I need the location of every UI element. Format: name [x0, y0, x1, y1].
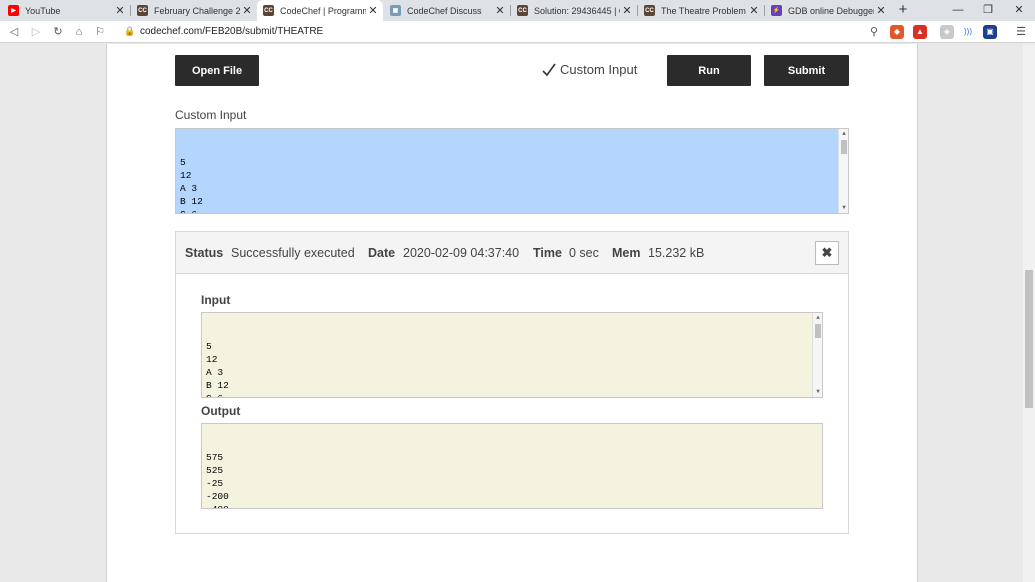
- new-tab-button[interactable]: +: [895, 0, 911, 21]
- tab-title: February Challenge 2020: [154, 5, 240, 16]
- scroll-down-icon[interactable]: ▼: [839, 203, 848, 213]
- forward-icon[interactable]: ▷: [28, 24, 44, 40]
- close-result-button[interactable]: ✖: [815, 241, 839, 265]
- submit-button[interactable]: Submit: [764, 55, 849, 86]
- brave-icon[interactable]: ◆: [890, 25, 904, 39]
- custom-input-checkbox[interactable]: Custom Input: [542, 62, 637, 77]
- tab-theatre-problem[interactable]: CC The Theatre Problem | Co ✕: [638, 0, 764, 21]
- wave-icon[interactable]: ))): [961, 25, 975, 39]
- zoom-icon[interactable]: ⚲: [866, 24, 882, 40]
- scroll-down-icon[interactable]: ▼: [813, 387, 822, 397]
- tab-youtube[interactable]: ▶ YouTube ✕: [2, 0, 130, 21]
- result-header: Status Successfully executed Date 2020-0…: [176, 232, 848, 274]
- tab-february-challenge[interactable]: CC February Challenge 2020 ✕: [131, 0, 257, 21]
- shield-icon[interactable]: ◈: [940, 25, 954, 39]
- status-value: Successfully executed: [231, 246, 355, 260]
- close-icon[interactable]: ✕: [113, 4, 127, 17]
- image-icon: ▣: [390, 5, 401, 16]
- date-label: Date: [368, 246, 396, 260]
- home-icon[interactable]: ⌂: [71, 24, 87, 40]
- mem-label: Mem: [612, 246, 641, 260]
- result-panel: Status Successfully executed Date 2020-0…: [175, 231, 849, 534]
- close-icon[interactable]: ✕: [493, 4, 507, 17]
- window-close-button[interactable]: ✕: [1004, 0, 1034, 21]
- tab-title: YouTube: [25, 5, 61, 16]
- page: Open File Custom Input Run Submit Custom…: [0, 44, 1035, 582]
- tab-title: CodeChef Discuss: [407, 5, 482, 16]
- tab-title: Solution: 29436445 | Cod: [534, 5, 620, 16]
- output-label: Output: [201, 404, 241, 418]
- codechef-icon: CC: [644, 5, 655, 16]
- codechef-icon: CC: [137, 5, 148, 16]
- tab-title: CodeChef | Programming: [280, 5, 366, 16]
- extension-icon[interactable]: ▣: [983, 25, 997, 39]
- url-field[interactable]: codechef.com/FEB20B/submit/THEATRE: [140, 26, 323, 37]
- time-value: 0 sec: [569, 246, 599, 260]
- input-readonly-box[interactable]: 5 12 A 3 B 12 C 6 A 9 B 12 ▲ ▼: [201, 312, 823, 398]
- input-text: 5 12 A 3 B 12 C 6 A 9 B 12: [206, 341, 229, 397]
- tab-codechef-discuss[interactable]: ▣ CodeChef Discuss ✕: [384, 0, 510, 21]
- run-button[interactable]: Run: [667, 55, 751, 86]
- tab-gdb-online[interactable]: ⚡ GDB online Debugger | C ✕: [765, 0, 891, 21]
- custom-input-text: 5 12 A 3 B 12 C 6 A 9 B 12: [180, 157, 203, 213]
- minimize-button[interactable]: —: [943, 0, 973, 21]
- codechef-icon: CC: [517, 5, 528, 16]
- tab-solution[interactable]: CC Solution: 29436445 | Cod ✕: [511, 0, 637, 21]
- lock-icon[interactable]: 🔒: [124, 26, 135, 37]
- youtube-icon: ▶: [8, 5, 19, 16]
- tab-codechef-programming[interactable]: CC CodeChef | Programming ✕: [257, 0, 383, 21]
- reload-icon[interactable]: ↻: [50, 24, 66, 40]
- output-text: 575 525 -25 -200 -400 11482: [206, 452, 229, 508]
- custom-input-check-label: Custom Input: [560, 62, 638, 77]
- input-scrollbar[interactable]: ▲ ▼: [812, 313, 822, 397]
- mem-value: 15.232 kB: [648, 246, 705, 260]
- custom-input-textarea[interactable]: 5 12 A 3 B 12 C 6 A 9 B 12 ▲ ▼: [175, 128, 849, 214]
- menu-icon[interactable]: ☰: [1013, 24, 1029, 40]
- close-icon[interactable]: ✕: [620, 4, 634, 17]
- scroll-thumb[interactable]: [815, 324, 821, 338]
- page-scrollbar[interactable]: [1023, 44, 1035, 582]
- output-readonly-box[interactable]: 575 525 -25 -200 -400 11482: [201, 423, 823, 509]
- textarea-scrollbar[interactable]: ▲ ▼: [838, 129, 848, 213]
- tab-title: GDB online Debugger | C: [788, 5, 874, 16]
- codechef-icon: CC: [263, 5, 274, 16]
- browser-tabbar: ▶ YouTube ✕ CC February Challenge 2020 ✕…: [0, 0, 1035, 21]
- scroll-thumb[interactable]: [841, 140, 847, 154]
- close-icon[interactable]: ✕: [747, 4, 761, 17]
- input-label: Input: [201, 293, 231, 307]
- checkmark-icon: [542, 63, 556, 76]
- bookmark-icon[interactable]: ⚐: [92, 24, 108, 40]
- page-scroll-thumb[interactable]: [1025, 270, 1033, 408]
- open-file-button[interactable]: Open File: [175, 55, 259, 86]
- status-label: Status: [185, 246, 224, 260]
- time-label: Time: [533, 246, 562, 260]
- back-icon[interactable]: ◁: [6, 24, 22, 40]
- scroll-up-icon[interactable]: ▲: [839, 129, 848, 139]
- close-icon[interactable]: ✕: [240, 4, 254, 17]
- date-value: 2020-02-09 04:37:40: [403, 246, 520, 260]
- tab-title: The Theatre Problem | Co: [661, 5, 747, 16]
- address-bar: ◁ ▷ ↻ ⌂ ⚐ 🔒 codechef.com/FEB20B/submit/T…: [0, 21, 1035, 43]
- lightning-icon: ⚡: [771, 5, 782, 16]
- close-icon[interactable]: ✕: [366, 4, 380, 17]
- scroll-up-icon[interactable]: ▲: [813, 313, 822, 323]
- maximize-button[interactable]: ❐: [973, 0, 1003, 21]
- alert-icon[interactable]: ▲: [913, 25, 927, 39]
- custom-input-label: Custom Input: [175, 108, 247, 122]
- close-icon[interactable]: ✕: [874, 4, 888, 17]
